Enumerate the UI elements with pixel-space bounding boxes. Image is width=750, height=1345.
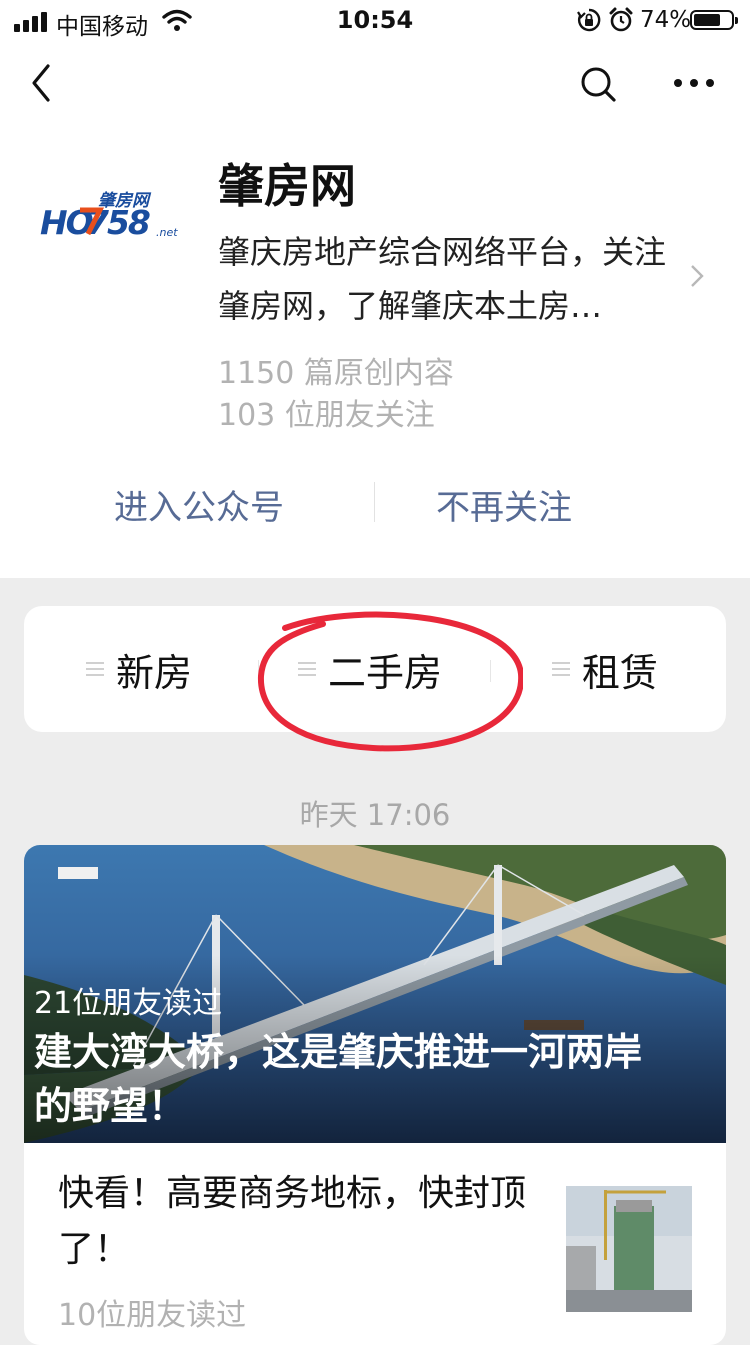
back-icon[interactable] — [26, 62, 58, 104]
article-readers: 10位朋友读过 — [58, 1298, 247, 1333]
original-count: 1150 篇原创内容 — [218, 356, 454, 391]
menu-item-label: 租赁 — [582, 650, 659, 695]
account-menu: 新房 二手房 租赁 — [24, 606, 726, 732]
menu-list-icon — [86, 662, 104, 676]
alarm-icon — [609, 7, 633, 32]
battery-level — [694, 14, 720, 26]
enter-account-button[interactable]: 进入公众号 — [114, 480, 284, 529]
article-title[interactable]: 快看！高要商务地标，快封顶了！ — [58, 1166, 538, 1278]
account-name: 肇房网 — [218, 159, 356, 213]
more-icon[interactable] — [672, 76, 716, 90]
menu-item-second-hand[interactable]: 二手房 — [298, 606, 442, 732]
menu-item-new-homes[interactable]: 新房 — [86, 606, 192, 732]
clock: 10:54 — [336, 6, 414, 34]
account-logo: 肇房网 HO 758 .net — [40, 191, 178, 242]
account-description[interactable]: 肇庆房地产综合网络平台，关注肇房网，了解肇庆本土房… — [218, 225, 678, 333]
menu-item-rental[interactable]: 租赁 — [552, 606, 658, 732]
menu-item-label: 二手房 — [328, 650, 443, 695]
article-readers: 21位朋友读过 — [34, 986, 223, 1021]
menu-list-icon — [552, 662, 570, 676]
feed-date: 昨天 17:06 — [299, 798, 451, 832]
status-bar: 中国移动 10:54 74% — [0, 0, 750, 42]
unfollow-button[interactable]: 不再关注 — [436, 480, 572, 529]
battery-icon — [690, 10, 738, 30]
follower-count: 103 位朋友关注 — [218, 398, 435, 433]
divider — [374, 482, 375, 522]
battery-percent: 74% — [640, 7, 692, 33]
search-icon[interactable] — [578, 64, 618, 104]
menu-separator — [258, 660, 259, 682]
rotation-lock-icon — [577, 8, 601, 32]
chevron-right-icon[interactable] — [688, 262, 706, 290]
menu-separator — [490, 660, 491, 682]
svg-text:.net: .net — [156, 226, 178, 239]
article-title[interactable]: 建大湾大桥，这是肇庆推进一河两岸的野望！ — [34, 1025, 674, 1133]
menu-item-label: 新房 — [116, 650, 193, 695]
article-thumbnail[interactable] — [566, 1186, 692, 1312]
menu-list-icon — [298, 662, 316, 676]
